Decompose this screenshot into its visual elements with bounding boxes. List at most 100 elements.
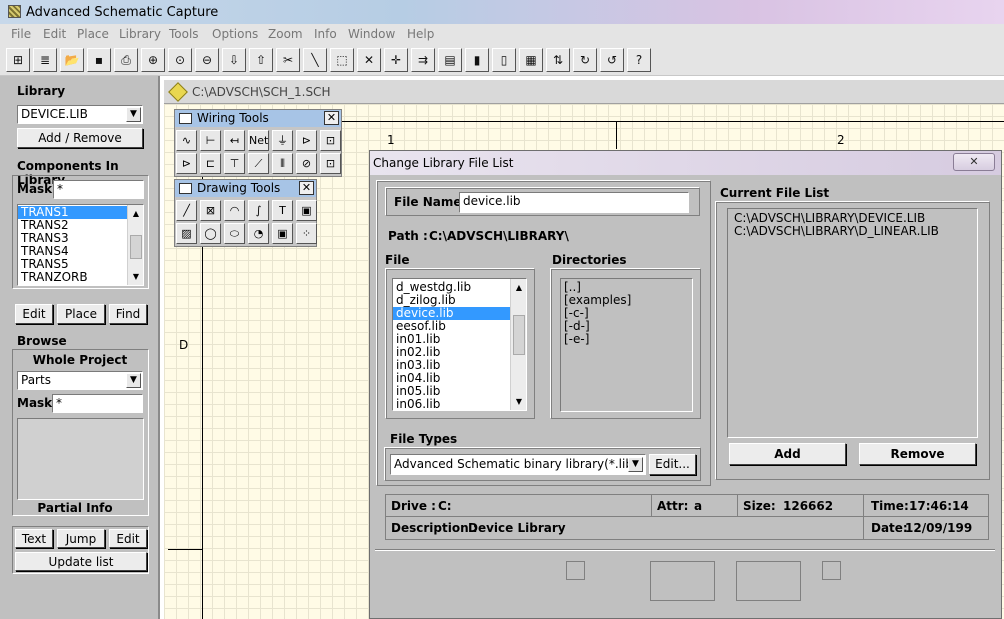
list-item[interactable]: C:\ADVSCH\LIBRARY\D_LINEAR.LIB <box>731 225 977 238</box>
wiring-tools-tool-button[interactable]: ⊡ <box>320 130 341 151</box>
drawing-tools-tool-button[interactable]: ╱ <box>176 200 197 221</box>
edit-file-types-button[interactable]: Edit... <box>649 454 696 475</box>
wiring-tools-tool-button[interactable]: ⊘ <box>296 153 317 174</box>
close-icon[interactable]: ✕ <box>324 111 339 125</box>
rotate-back-icon[interactable]: ↺ <box>600 48 624 72</box>
drawing-tools-tool-button[interactable]: ▨ <box>176 223 197 244</box>
mask-input[interactable]: * <box>53 180 144 199</box>
chevron-down-icon[interactable]: ▼ <box>628 457 643 472</box>
list-item[interactable]: in06.lib <box>393 398 526 411</box>
drawing-tools-tool-button[interactable]: ⊠ <box>200 200 221 221</box>
browse-mask-input[interactable]: * <box>52 394 143 413</box>
place-button[interactable]: Place <box>57 304 105 324</box>
wiring-tools-tool-button[interactable]: ⊢ <box>200 130 221 151</box>
menu-tools[interactable]: Tools <box>169 27 199 41</box>
drawing-tools-tool-button[interactable]: ⬭ <box>224 223 245 244</box>
scroll-up-icon[interactable]: ▲ <box>512 281 526 294</box>
find-button[interactable]: Find <box>109 304 147 324</box>
arrow-down-icon[interactable]: ⇩ <box>222 48 246 72</box>
wiring-tools-tool-button[interactable]: ⊳ <box>176 153 197 174</box>
text-button[interactable]: Text <box>15 529 53 548</box>
file-list-scrollbar[interactable]: ▲ ▼ <box>510 279 526 410</box>
scissors-icon[interactable]: ✂ <box>276 48 300 72</box>
stack-icon[interactable]: ≣ <box>33 48 57 72</box>
wiring-tools-tool-button[interactable]: ⟋ <box>248 153 269 174</box>
drawing-tools-title[interactable]: Drawing Tools ✕ <box>175 180 316 197</box>
list-item[interactable]: [-e-] <box>561 333 692 346</box>
book-open-icon[interactable]: ▯ <box>492 48 516 72</box>
scroll-up-icon[interactable]: ▲ <box>129 207 143 220</box>
wiring-tools-tool-button[interactable]: ⊤ <box>224 153 245 174</box>
menu-edit[interactable]: Edit <box>43 27 66 41</box>
file-list[interactable]: d_westdg.lib d_zilog.lib device.lib eeso… <box>392 278 527 411</box>
menu-info[interactable]: Info <box>314 27 337 41</box>
menu-place[interactable]: Place <box>77 27 109 41</box>
components-scrollbar[interactable]: ▲ ▼ <box>127 205 143 285</box>
menu-window[interactable]: Window <box>348 27 395 41</box>
update-list-button[interactable]: Update list <box>15 552 147 571</box>
scroll-down-icon[interactable]: ▼ <box>129 270 143 283</box>
menu-library[interactable]: Library <box>119 27 161 41</box>
save-disk-icon[interactable]: ▪ <box>87 48 111 72</box>
grid-icon[interactable]: ▦ <box>519 48 543 72</box>
chevron-down-icon[interactable]: ▼ <box>126 107 141 122</box>
file-types-select[interactable]: Advanced Schematic binary library(*.lib)… <box>390 454 646 475</box>
wiring-tools-title[interactable]: Wiring Tools ✕ <box>175 110 341 127</box>
drawing-tools-tool-button[interactable]: ⁘ <box>296 223 317 244</box>
remove-button[interactable]: Remove <box>859 443 976 465</box>
select-box-icon[interactable]: ⬚ <box>330 48 354 72</box>
wiring-tools-tool-button[interactable]: ⊏ <box>200 153 221 174</box>
scroll-thumb[interactable] <box>513 315 525 355</box>
add-remove-button[interactable]: Add / Remove <box>17 128 143 148</box>
arrow-up-icon[interactable]: ⇧ <box>249 48 273 72</box>
library-select[interactable]: DEVICE.LIB ▼ <box>17 105 143 124</box>
print-icon[interactable]: ⎙ <box>114 48 138 72</box>
drawing-tools-tool-button[interactable]: ◠ <box>224 200 245 221</box>
rotate-icon[interactable]: ↻ <box>573 48 597 72</box>
browse-select[interactable]: Parts ▼ <box>17 371 143 390</box>
cross-tool-icon[interactable]: ✕ <box>357 48 381 72</box>
zoom-in-icon[interactable]: ⊕ <box>141 48 165 72</box>
scroll-thumb[interactable] <box>130 235 142 259</box>
wiring-tools-tool-button[interactable]: Net <box>248 130 269 151</box>
drawing-tools-tool-button[interactable]: T <box>272 200 293 221</box>
chevron-down-icon[interactable]: ▼ <box>126 373 141 388</box>
wiring-tools-tool-button[interactable]: ⏚ <box>272 130 293 151</box>
wiring-tools-tool-button[interactable]: ⊳ <box>296 130 317 151</box>
menu-help[interactable]: Help <box>407 27 434 41</box>
edit-text-button[interactable]: Edit <box>109 529 147 548</box>
move-tool-icon[interactable]: ✛ <box>384 48 408 72</box>
help-icon[interactable]: ? <box>627 48 651 72</box>
scroll-down-icon[interactable]: ▼ <box>512 395 526 408</box>
drawing-tools-palette[interactable]: Drawing Tools ✕ ╱ ⊠ ◠ ∫ T ▣ ▨ ◯ ⬭ ◔ ▣ ⁘ <box>174 179 317 247</box>
wire-tool-icon[interactable]: ╲ <box>303 48 327 72</box>
wiring-tools-tool-button[interactable]: ↤ <box>224 130 245 151</box>
browse-list[interactable] <box>17 418 144 500</box>
close-icon[interactable]: ✕ <box>299 181 314 195</box>
edit-button[interactable]: Edit <box>15 304 53 324</box>
hierarchy-icon[interactable]: ⊞ <box>6 48 30 72</box>
add-button[interactable]: Add <box>729 443 846 465</box>
wiring-tools-palette[interactable]: Wiring Tools ✕ ∿ ⊢ ↤ Net ⏚ ⊳ ⊡ ⊳ ⊏ ⊤ ⟋ ⦀ ⊘ ⊡ <box>174 109 342 177</box>
component-icon[interactable]: ⇉ <box>411 48 435 72</box>
drawing-tools-tool-button[interactable]: ◔ <box>248 223 269 244</box>
menu-file[interactable]: File <box>11 27 31 41</box>
sort-icon[interactable]: ⇅ <box>546 48 570 72</box>
open-folder-icon[interactable]: 📂 <box>60 48 84 72</box>
dialog-title-bar[interactable]: Change Library File List ✕ <box>370 151 1001 175</box>
drawing-tools-tool-button[interactable]: ◯ <box>200 223 221 244</box>
directories-list[interactable]: [..] [examples] [-c-] [-d-] [-e-] <box>560 278 693 412</box>
wiring-tools-tool-button[interactable]: ∿ <box>176 130 197 151</box>
book-icon[interactable]: ▮ <box>465 48 489 72</box>
zoom-out-icon[interactable]: ⊖ <box>195 48 219 72</box>
file-name-input[interactable]: device.lib <box>459 192 689 213</box>
drawing-tools-tool-button[interactable]: ▣ <box>296 200 317 221</box>
chip-icon[interactable]: ▤ <box>438 48 462 72</box>
wiring-tools-tool-button[interactable]: ⦀ <box>272 153 293 174</box>
components-list[interactable]: TRANS1 TRANS2 TRANS3 TRANS4 TRANS5 TRANZ… <box>17 204 144 286</box>
current-file-list[interactable]: C:\ADVSCH\LIBRARY\DEVICE.LIB C:\ADVSCH\L… <box>727 208 978 438</box>
close-icon[interactable]: ✕ <box>953 153 995 171</box>
jump-button[interactable]: Jump <box>57 529 105 548</box>
menu-options[interactable]: Options <box>212 27 258 41</box>
menu-zoom[interactable]: Zoom <box>268 27 303 41</box>
